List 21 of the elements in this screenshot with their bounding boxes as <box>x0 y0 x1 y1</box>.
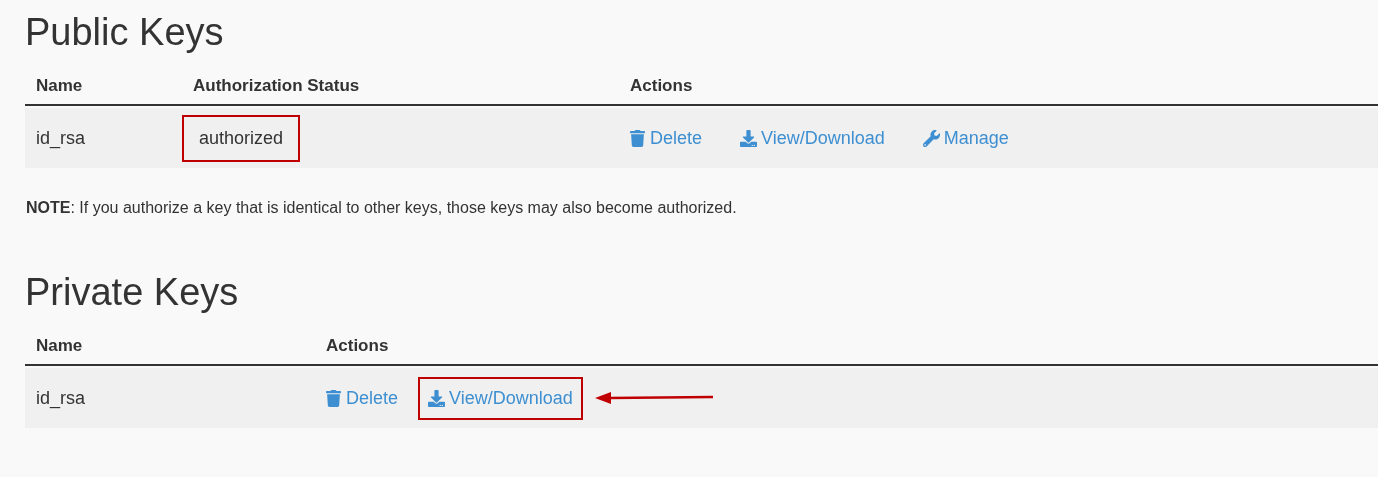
column-header: Authorization Status <box>193 76 360 96</box>
download-icon <box>740 129 758 147</box>
action-link[interactable]: Manage <box>922 124 1009 152</box>
column-header: Actions <box>326 336 389 356</box>
section-title: Public Keys <box>25 10 225 55</box>
wrench-icon <box>922 129 940 147</box>
action-link[interactable]: Delete <box>325 384 399 412</box>
trash-icon <box>629 129 646 147</box>
download-icon <box>428 389 446 407</box>
table-cell: id_rsa <box>36 127 86 148</box>
action-link[interactable]: Delete <box>629 124 703 152</box>
column-header: Name <box>36 76 83 96</box>
table-cell: id_rsa <box>36 387 86 408</box>
action-link[interactable]: View/Download <box>740 124 885 152</box>
action-link[interactable]: View/Download <box>428 384 573 412</box>
column-header: Name <box>36 336 83 356</box>
column-header: Actions <box>630 76 693 96</box>
section-title: Private Keys <box>25 270 240 315</box>
trash-icon <box>325 389 342 407</box>
status-text: authorized <box>182 114 301 162</box>
note-text: NOTE: If you authorize a key that is identical to other keys, those keys may also become authorized. <box>25 198 738 218</box>
